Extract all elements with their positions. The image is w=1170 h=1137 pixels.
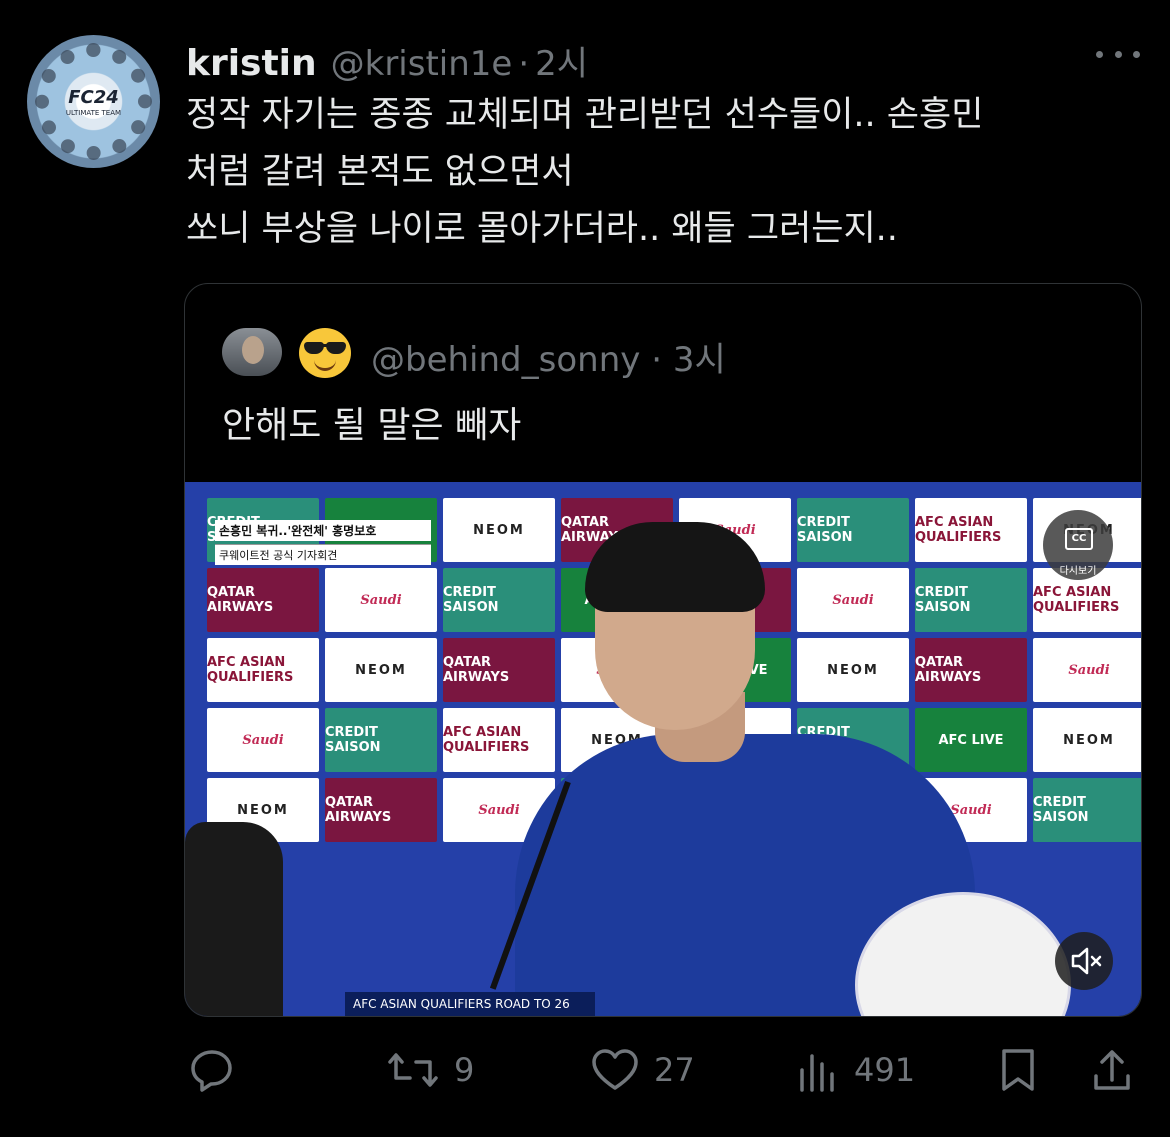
sponsor-tile: CREDIT SAISON [1033,778,1141,842]
more-dot [1114,50,1122,58]
views-button[interactable]: 491 [796,1040,915,1100]
avatar-logo: FC24 [68,87,119,108]
sponsor-tile: QATAR AIRWAYS [443,638,555,702]
sponsor-tile: AFC ASIAN QUALIFIERS [443,708,555,772]
share-icon [1094,1050,1130,1090]
tweet-text-line: 쏘니 부상을 나이로 몰아가더라.. 왜들 그러는지.. [186,209,898,249]
author-name[interactable]: kristin [186,43,317,84]
tweet-text: 정작 자기는 종종 교체되며 관리받던 선수들이.. 손흥민 처럼 갈려 본적도… [186,87,1146,258]
quoted-timestamp[interactable]: 3시 [673,340,726,380]
emoji-mouth [314,359,336,371]
video-caption-subtitle: 쿠웨이트전 공식 기자회견 [215,544,431,565]
sponsor-tile: NEOM [325,638,437,702]
sponsor-tile: Saudi [1033,638,1141,702]
separator-dot: · [651,340,662,380]
chair [185,822,283,1016]
glass-right [326,342,346,354]
like-count: 27 [654,1051,695,1089]
sponsor-tile: CREDIT SAISON [915,568,1027,632]
avatar-sub: ULTIMATE TEAM [65,109,122,117]
heart-icon [592,1049,638,1090]
sponsor-tile: Saudi [797,568,909,632]
sponsor-tile: QATAR AIRWAYS [325,778,437,842]
separator-dot: · [518,44,530,84]
cc-icon: CC [1065,528,1093,550]
sponsor-tile: AFC ASIAN QUALIFIERS [207,638,319,702]
quoted-author-avatar[interactable] [222,328,282,376]
tweet-header: kristin @kristin1e · 2시 [186,36,588,84]
more-dot [1133,50,1140,58]
mute-button[interactable] [1055,932,1113,990]
reply-button[interactable] [188,1040,236,1100]
sponsor-tile: QATAR AIRWAYS [915,638,1027,702]
tweet-text-line: 처럼 갈려 본적도 없으면서 [186,152,574,192]
sponsor-tile: CREDIT SAISON [797,498,909,562]
sponsor-tile: AFC ASIAN QUALIFIERS [915,498,1027,562]
captions-button[interactable]: CC 다시보기 [1043,510,1113,580]
share-button[interactable] [1090,1040,1134,1100]
sponsor-tile: Saudi [325,568,437,632]
video-lower-banner: AFC ASIAN QUALIFIERS ROAD TO 26 [345,992,595,1016]
views-chart-icon [800,1054,834,1092]
bookmark-icon [1002,1049,1034,1091]
sponsor-tile: NEOM [443,498,555,562]
retweet-count: 9 [454,1051,475,1089]
replay-label: 다시보기 [1059,566,1097,577]
quoted-header: @behind_sonny · 3시 [371,332,726,381]
sponsor-tile: QATAR AIRWAYS [207,568,319,632]
avatar-face [242,336,264,364]
quoted-text: 안해도 될 말은 빼자 [222,405,522,446]
person-hair [585,522,765,612]
sponsor-tile: CREDIT SAISON [325,708,437,772]
tweet-actions: 9 27 491 [0,1040,1170,1100]
more-dot [1096,50,1103,58]
video-caption-title: 손흥민 복귀..'완전체' 홍명보호 [215,520,431,541]
sponsor-tile: NEOM [1033,708,1141,772]
retweet-button[interactable]: 9 [386,1040,474,1100]
reply-icon [191,1050,232,1092]
bookmark-button[interactable] [996,1040,1040,1100]
retweet-icon [388,1053,438,1087]
views-count: 491 [854,1051,916,1089]
sponsor-tile: CREDIT SAISON [443,568,555,632]
video-player[interactable]: CREDIT SAISONAFC LIVENEOMQATAR AIRWAYSSa… [185,482,1141,1016]
sponsor-tile: Saudi [207,708,319,772]
sponsor-tile: AFC LIVE [915,708,1027,772]
sunglasses-emoji-icon [299,328,351,378]
author-handle[interactable]: @kristin1e [331,44,513,84]
author-avatar[interactable]: FC24 ULTIMATE TEAM [27,35,160,168]
speaker-muted-icon [1071,947,1102,975]
like-button[interactable]: 27 [590,1040,695,1100]
tweet-text-line: 정작 자기는 종종 교체되며 관리받던 선수들이.. 손흥민 [186,95,984,135]
more-options-icon[interactable] [1096,36,1140,72]
quoted-handle[interactable]: @behind_sonny [371,340,640,380]
glass-left [304,342,324,354]
tweet-timestamp[interactable]: 2시 [535,36,588,85]
quoted-tweet[interactable]: @behind_sonny · 3시 안해도 될 말은 빼자 CREDIT SA… [184,283,1142,1017]
sponsor-tile: NEOM [797,638,909,702]
